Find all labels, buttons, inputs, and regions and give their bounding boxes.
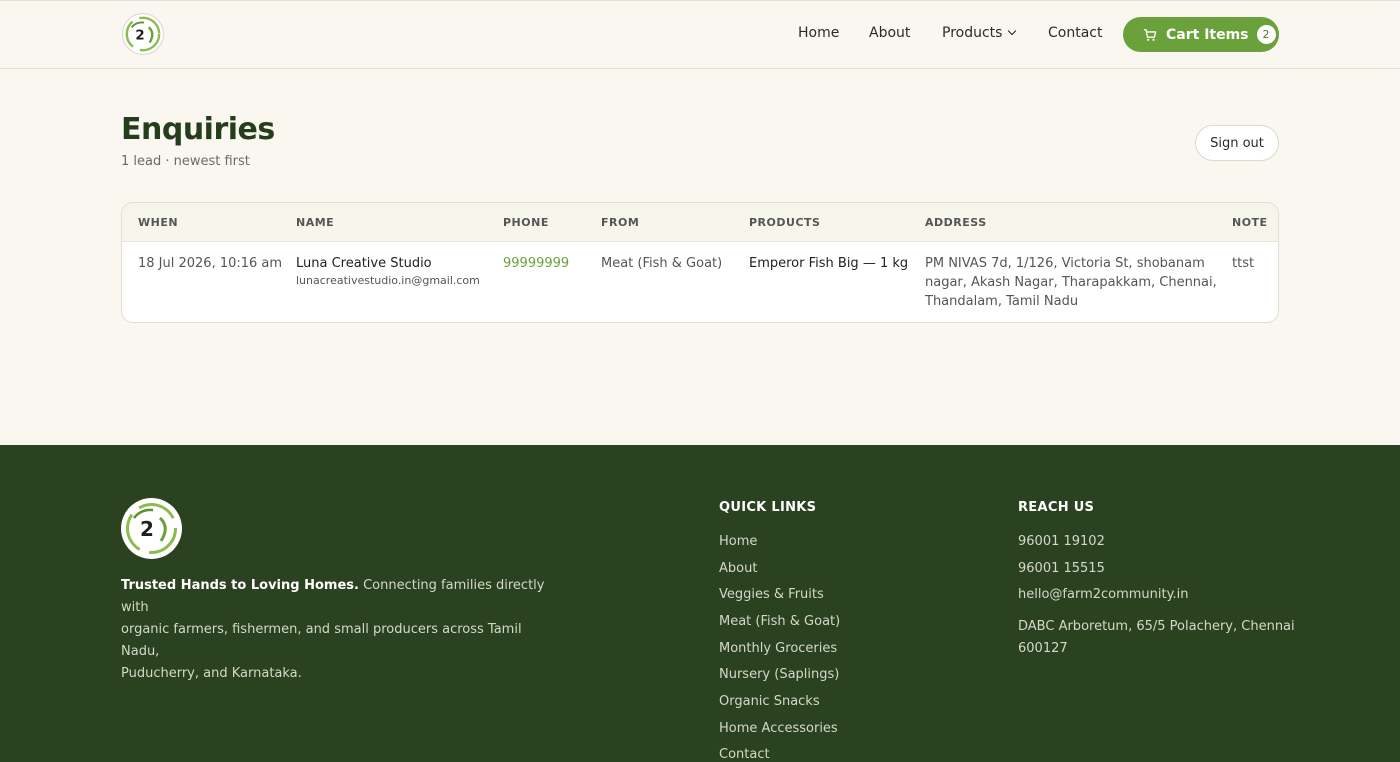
chevron-down-icon [1008,26,1017,36]
footer-link-home[interactable]: Home [719,534,757,549]
col-header-products: PRODUCTS [749,216,821,229]
table-header: WHEN NAME PHONE FROM PRODUCTS ADDRESS NO… [122,203,1278,242]
col-header-phone: PHONE [503,216,549,229]
page-subtitle: 1 lead · newest first [121,154,250,169]
site-footer: 2 Trusted Hands to Loving Homes. Connect… [0,445,1400,762]
footer-email[interactable]: hello@farm2community.in [1018,587,1188,602]
cell-email: lunacreativestudio.in@gmail.com [296,274,480,287]
brand-logo[interactable]: 2 [122,13,164,55]
nav-home[interactable]: Home [798,25,839,41]
col-header-address: ADDRESS [925,216,987,229]
cell-address-line2: nagar, Akash Nagar, Tharapakkam, Chennai… [925,275,1217,290]
reach-us-heading: REACH US [1018,500,1095,515]
nav-products[interactable]: Products [942,25,1017,41]
nav-products-label: Products [942,25,1003,41]
enquiries-table: WHEN NAME PHONE FROM PRODUCTS ADDRESS NO… [121,202,1279,323]
svg-text:2: 2 [140,517,154,541]
footer-link-groceries[interactable]: Monthly Groceries [719,641,837,656]
cell-note: ttst [1232,256,1255,271]
cell-from: Meat (Fish & Goat) [601,256,723,271]
cell-products: Emperor Fish Big — 1 kg [749,256,909,271]
f2c-logo-icon: 2 [125,16,161,52]
footer-phone-2[interactable]: 96001 15515 [1018,561,1105,576]
footer-about-line2: organic farmers, fishermen, and small pr… [121,622,522,659]
cell-address-line3: Thandalam, Tamil Nadu [925,294,1079,309]
nav-about[interactable]: About [869,25,910,41]
footer-address: DABC Arboretum, 65/5 Polachery, Chennai … [1018,616,1295,660]
footer-brand-logo[interactable]: 2 [121,498,182,559]
footer-address-line2: 600127 [1018,641,1068,656]
sign-out-button[interactable]: Sign out [1195,125,1279,161]
site-header: 2 Home About Products Contact Cart Items… [0,0,1400,69]
footer-link-contact[interactable]: Contact [719,747,770,762]
footer-link-meat[interactable]: Meat (Fish & Goat) [719,614,840,629]
page-title: Enquiries [121,112,275,147]
footer-phone-1[interactable]: 96001 19102 [1018,534,1105,549]
cell-address-line1: PM NIVAS 7d, 1/126, Victoria St, shobana… [925,256,1205,271]
col-header-when: WHEN [138,216,179,229]
footer-about-text: Trusted Hands to Loving Homes. Connectin… [121,575,551,685]
f2c-logo-icon: 2 [126,503,177,554]
footer-about-line3: Puducherry, and Karnataka. [121,666,302,681]
cart-button[interactable]: Cart Items 2 [1123,17,1279,52]
footer-link-accessories[interactable]: Home Accessories [719,721,838,736]
col-header-from: FROM [601,216,640,229]
nav-contact[interactable]: Contact [1048,25,1102,41]
cart-label: Cart Items [1166,26,1249,43]
cell-phone-link[interactable]: 99999999 [503,254,569,273]
col-header-name: NAME [296,216,335,229]
cart-count-badge: 2 [1256,25,1276,44]
footer-link-about[interactable]: About [719,561,757,576]
footer-link-nursery[interactable]: Nursery (Saplings) [719,667,839,682]
footer-link-veggies[interactable]: Veggies & Fruits [719,587,824,602]
cell-when: 18 Jul 2026, 10:16 am [138,256,283,271]
footer-tagline: Trusted Hands to Loving Homes. [121,578,359,593]
svg-text:2: 2 [135,29,144,44]
cart-icon [1143,28,1157,41]
col-header-note: NOTE [1232,216,1268,229]
quick-links-heading: QUICK LINKS [719,500,817,515]
footer-address-line1: DABC Arboretum, 65/5 Polachery, Chennai [1018,619,1295,634]
footer-link-snacks[interactable]: Organic Snacks [719,694,820,709]
